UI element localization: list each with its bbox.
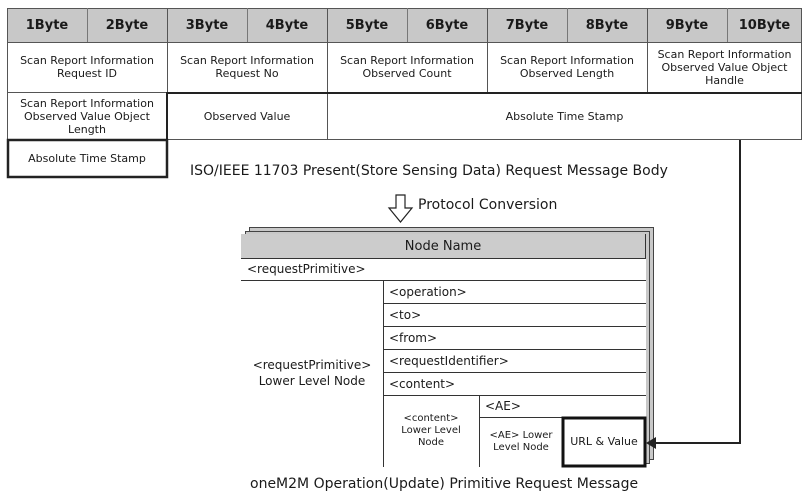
node-content-lower: <content> Lower Level Node [401, 412, 461, 448]
conversion-arrow [387, 194, 414, 223]
node-request-primitive: <requestPrimitive> [247, 262, 366, 276]
node-item-content: <content> [389, 376, 456, 391]
byte-table-border [7, 8, 802, 140]
node-table-header: Node Name [241, 234, 645, 258]
node-item-to: <to> [389, 307, 422, 322]
diagram-canvas: 1Byte 2Byte 3Byte 4Byte 5Byte 6Byte 7Byt… [0, 0, 802, 496]
node-item-from: <from> [389, 330, 438, 345]
node-ae: <AE> [485, 399, 521, 413]
node-item-operation: <operation> [389, 284, 467, 299]
node-item-request-identifier: <requestIdentifier> [389, 353, 509, 368]
node-lower-level: <requestPrimitive> Lower Level Node [252, 358, 372, 388]
node-ae-lower: <AE> Lower Level Node [489, 429, 553, 453]
node-url-value: URL & Value [570, 435, 638, 448]
